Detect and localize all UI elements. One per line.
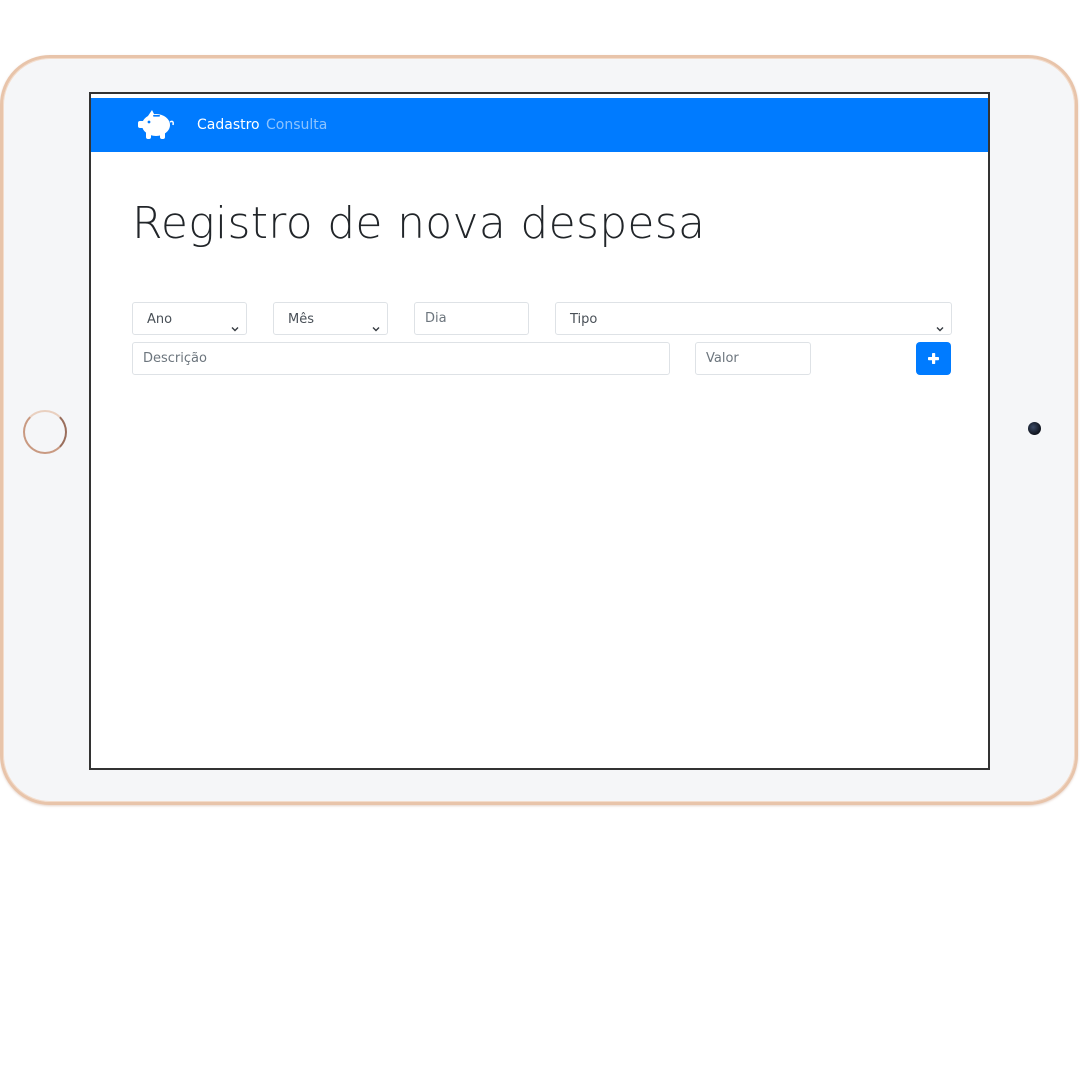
mes-select-value: Mês xyxy=(288,312,314,327)
plus-icon xyxy=(916,353,951,378)
app-screen: Cadastro Consulta Registro de nova despe… xyxy=(89,92,990,770)
camera-icon xyxy=(1028,422,1041,435)
piggy-bank-icon[interactable] xyxy=(137,108,175,142)
nav-link-cadastro[interactable]: Cadastro xyxy=(197,117,260,133)
chevron-down-icon xyxy=(935,314,945,332)
valor-input[interactable] xyxy=(695,342,811,375)
descricao-input[interactable] xyxy=(132,342,670,375)
nav-link-consulta[interactable]: Consulta xyxy=(266,117,327,133)
ano-select-value: Ano xyxy=(147,312,173,327)
tipo-select[interactable]: Tipo xyxy=(555,302,952,335)
chevron-down-icon xyxy=(371,314,381,332)
ano-select[interactable]: Ano xyxy=(132,302,247,335)
mes-select[interactable]: Mês xyxy=(273,302,388,335)
dia-input[interactable] xyxy=(414,302,529,335)
page-title: Registro de nova despesa xyxy=(132,198,706,249)
tipo-select-value: Tipo xyxy=(570,312,598,327)
home-button[interactable] xyxy=(23,410,67,454)
navbar: Cadastro Consulta xyxy=(91,98,988,152)
add-expense-button[interactable] xyxy=(916,342,951,375)
chevron-down-icon xyxy=(230,314,240,332)
